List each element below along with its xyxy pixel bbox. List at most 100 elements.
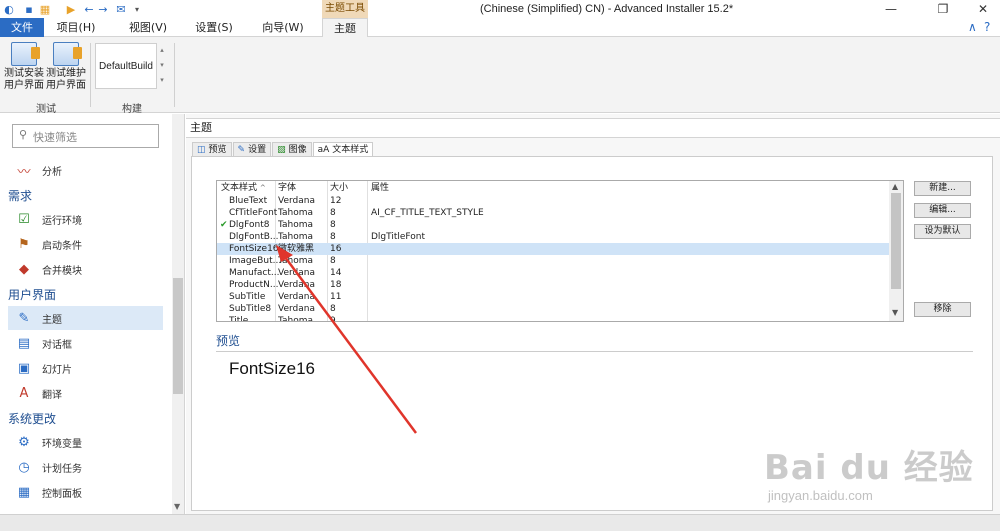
table-row[interactable]: SubTitle8 Verdana 8 (217, 303, 891, 315)
restore-button[interactable]: ❐ (928, 0, 958, 18)
sidebar-item[interactable]: ✎ 主题 (8, 306, 163, 330)
mail-icon[interactable]: ✉ (114, 2, 128, 16)
sidebar-item-label: 环境变量 (42, 438, 82, 450)
edit-button[interactable]: 编辑... (914, 203, 971, 218)
cell-size: 8 (330, 304, 336, 314)
table-row[interactable]: ProductN... Verdana 18 (217, 279, 891, 291)
app-logo-icon[interactable]: ◐ (2, 2, 16, 16)
ribbon: 测试安装 用户界面 测试维护 用户界面 测试 DefaultBuild ▴ ▾ ▾ … (0, 37, 1000, 115)
tab-text-styles[interactable]: aA 文本样式 (312, 142, 374, 157)
cell-style: Title (229, 316, 249, 322)
cell-font: Tahoma (278, 220, 314, 230)
new-project-icon[interactable]: ▦ (38, 2, 52, 16)
undo-icon[interactable]: ← (82, 2, 96, 16)
tab-preview[interactable]: ◫ 预览 (192, 142, 232, 157)
cell-size: 8 (330, 232, 336, 242)
context-tab-theme-tools: 主题工具 (322, 0, 368, 18)
cell-font: Tahoma (278, 256, 314, 266)
build-selector-scroll[interactable]: ▴ ▾ ▾ (158, 43, 166, 89)
build-selector[interactable]: DefaultBuild (95, 43, 157, 89)
build-icon[interactable]: ▶ (64, 2, 78, 16)
sidebar-item[interactable]: ▤ 对话框 (8, 331, 163, 355)
sidebar-item[interactable]: ▣ 幻灯片 (8, 356, 163, 380)
table-row[interactable]: DlgFontB... Tahoma 8 DlgTitleFont (217, 231, 891, 243)
view-tabs: ◫ 预览 ✎ 设置 ▧ 图像 aA 文本样式 (192, 142, 374, 157)
tab-file[interactable]: 文件 (0, 18, 44, 37)
sidebar-item[interactable]: ◆ 合并模块 (8, 257, 163, 281)
test-maintenance-icon (53, 42, 82, 66)
cell-style: SubTitle (229, 292, 266, 302)
sidebar-item[interactable]: ◷ 计划任务 (8, 455, 163, 479)
cell-font: Tahoma (278, 232, 314, 242)
new-button[interactable]: 新建... (914, 181, 971, 196)
sidebar-item[interactable]: ▦ 控制面板 (8, 480, 163, 504)
help-icon[interactable]: ? (984, 20, 990, 34)
table-row[interactable]: ✔ DlgFont8 Tahoma 8 (217, 219, 891, 231)
cell-font: Verdana (278, 268, 315, 278)
cell-font: Tahoma (278, 316, 314, 322)
tab-images[interactable]: ▧ 图像 (272, 142, 312, 157)
sidebar-scrollbar[interactable]: ▼ (172, 114, 184, 514)
cell-style: Manufact... (229, 268, 280, 278)
cell-size: 16 (330, 244, 342, 254)
table-row[interactable]: Title Tahoma 9 (217, 315, 891, 322)
sidebar-item-label: 幻灯片 (42, 364, 72, 376)
group-separator (174, 43, 175, 107)
settings-icon: ✎ (237, 145, 246, 155)
sidebar-item-label: 对话框 (42, 339, 72, 351)
cell-style: FontSize16 (229, 244, 279, 254)
control-panel-icon: ▦ (17, 484, 31, 500)
text-style-icon: aA (317, 145, 330, 155)
preview-sample-text: FontSize16 (229, 359, 315, 378)
scroll-down-icon[interactable]: ▼ (174, 502, 180, 511)
cell-size: 11 (330, 292, 342, 302)
redo-icon[interactable]: → (96, 2, 110, 16)
scroll-down-icon[interactable]: ▼ (892, 308, 898, 317)
table-row[interactable]: SubTitle Verdana 11 (217, 291, 891, 303)
remove-button[interactable]: 移除 (914, 302, 971, 317)
table-row[interactable]: BlueText Verdana 12 (217, 195, 891, 207)
sidebar-item[interactable]: 〰分析 (8, 158, 163, 182)
sidebar: ⚲ 快速筛选 〰分析 需求 ☑ 运行环境 ⚑ 启动条件 ◆ 合并模块 用户界面 ✎ 主题 ▤ 对话框 ▣ 幻… (0, 114, 185, 514)
window-title: (Chinese (Simplified) CN) - Advanced Ins… (480, 3, 734, 15)
sidebar-item[interactable]: ⚑ 启动条件 (8, 232, 163, 256)
tab-settings[interactable]: 设置(S) (192, 18, 236, 37)
tab-wizards[interactable]: 向导(W) (260, 18, 306, 37)
sidebar-item[interactable]: A 翻译 (8, 381, 163, 405)
cell-size: 9 (330, 316, 336, 322)
sidebar-item[interactable]: ⚙ 环境变量 (8, 430, 163, 454)
customize-icon[interactable]: ▾ (130, 2, 144, 16)
save-icon[interactable]: ▪ (22, 2, 36, 16)
cell-style: ImageBut... (229, 256, 282, 266)
minimize-button[interactable]: — (876, 0, 906, 18)
column-header-style[interactable]: 文本样式 ^ (221, 181, 266, 195)
table-row[interactable]: ImageBut... Tahoma 8 (217, 255, 891, 267)
launch-conditions-icon: ⚑ (18, 236, 30, 252)
set-default-button[interactable]: 设为默认 (914, 224, 971, 239)
tab-settings-view[interactable]: ✎ 设置 (232, 142, 272, 157)
test-install-ui-button[interactable]: 测试安装 用户界面 (4, 42, 44, 92)
table-scroll-thumb[interactable] (891, 193, 901, 289)
table-row[interactable]: FontSize16 微软雅黑 16 (217, 243, 891, 255)
tab-project[interactable]: 项目(H) (50, 18, 102, 37)
cell-font: Verdana (278, 292, 315, 302)
tab-view[interactable]: 视图(V) (126, 18, 170, 37)
watermark-logo: Bai du 经验 (764, 448, 974, 488)
scroll-up-icon[interactable]: ▲ (892, 182, 898, 191)
sidebar-item-label: 合并模块 (42, 265, 82, 277)
table-row[interactable]: Manufact... Verdana 14 (217, 267, 891, 279)
test-maintenance-ui-button[interactable]: 测试维护 用户界面 (46, 42, 86, 92)
tab-theme[interactable]: 主题 (322, 18, 368, 38)
column-header-attribute[interactable]: 属性 (371, 181, 389, 195)
collapse-ribbon-icon[interactable]: ∧ (968, 20, 977, 34)
sidebar-item[interactable]: ☑ 运行环境 (8, 207, 163, 231)
table-row[interactable]: CfTitleFont Tahoma 8 AI_CF_TITLE_TEXT_STYLE (217, 207, 891, 219)
sidebar-scroll-thumb[interactable] (173, 278, 183, 394)
close-button[interactable]: ✕ (968, 0, 998, 18)
column-header-font[interactable]: 字体 (278, 181, 296, 195)
cell-font: Verdana (278, 280, 315, 290)
column-header-size[interactable]: 大小 (330, 181, 348, 195)
table-scrollbar[interactable]: ▲ ▼ (889, 181, 903, 321)
quick-filter-input[interactable]: ⚲ 快速筛选 (12, 124, 159, 148)
cell-size: 8 (330, 220, 336, 230)
